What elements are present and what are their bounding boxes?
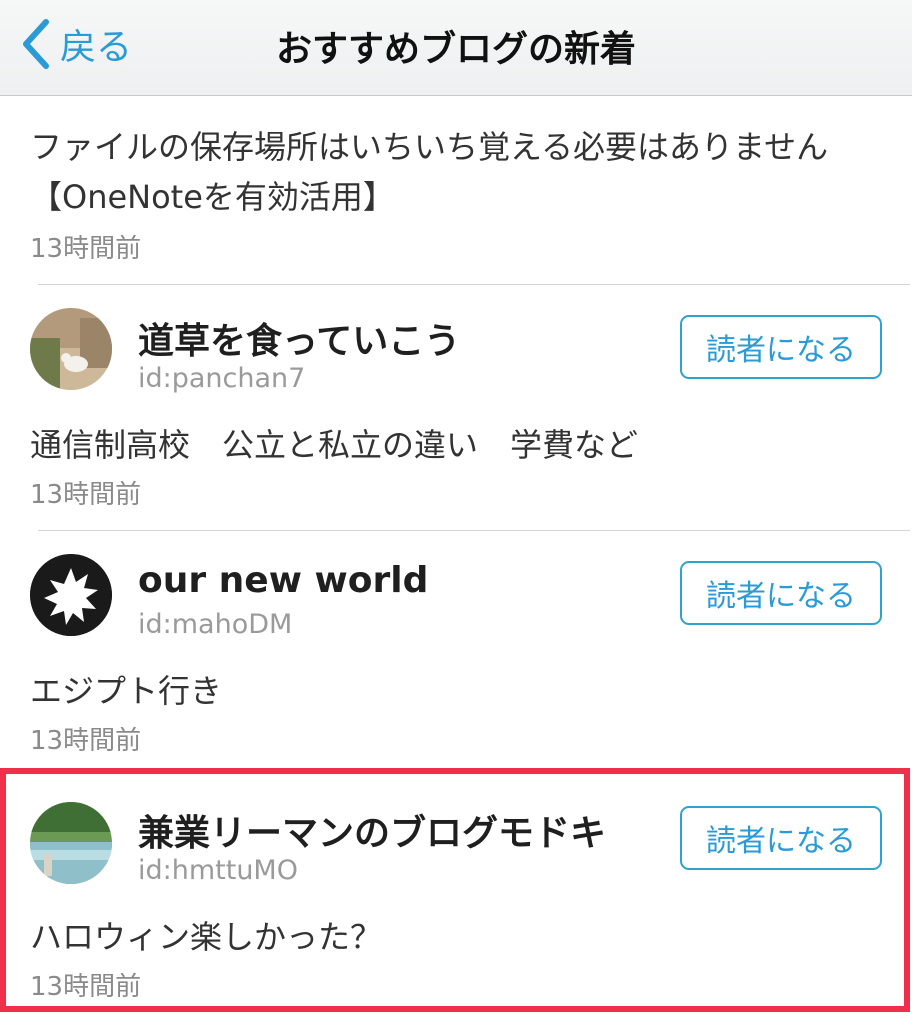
divider [38,284,910,285]
entry-time: 13時間前 [30,480,142,510]
blog-name[interactable]: 兼業リーマンのブログモドキ [138,804,606,856]
blog-id: id:mahoDM [138,609,293,640]
blog-id: id:hmttuMO [138,855,298,886]
subscribe-button[interactable]: 読者になる [680,806,882,870]
entry-title-link[interactable]: 通信制高校 公立と私立の違い 学費など [30,420,638,466]
avatar[interactable] [30,554,112,636]
avatar[interactable] [30,802,112,884]
avatar[interactable] [30,308,112,390]
subscribe-button[interactable]: 読者になる [680,561,882,625]
entry-time: 13時間前 [30,726,142,756]
divider [38,530,910,531]
avatar-photo-pool [30,802,112,884]
entry-title-link[interactable]: ファイルの保存場所はいちいち覚える必要はありません【OneNoteを有効活用】 [30,122,890,222]
subscribe-button[interactable]: 読者になる [680,315,882,379]
blog-id: id:panchan7 [138,363,306,394]
avatar-photo-dog [30,308,112,390]
page-title: おすすめブログの新着 [275,29,636,70]
entry-time: 13時間前 [30,972,142,1002]
entry-title-link[interactable]: ハロウィン楽しかった？ [30,912,382,958]
entry-title-link[interactable]: エジプト行き [30,666,222,712]
blog-name[interactable]: our new world [138,560,428,601]
blog-name[interactable]: 道草を食っていこう [138,312,460,364]
nav-bar: 戻る おすすめブログの新着 [0,0,912,96]
starburst-icon [30,554,112,636]
entry-time: 13時間前 [30,234,142,264]
